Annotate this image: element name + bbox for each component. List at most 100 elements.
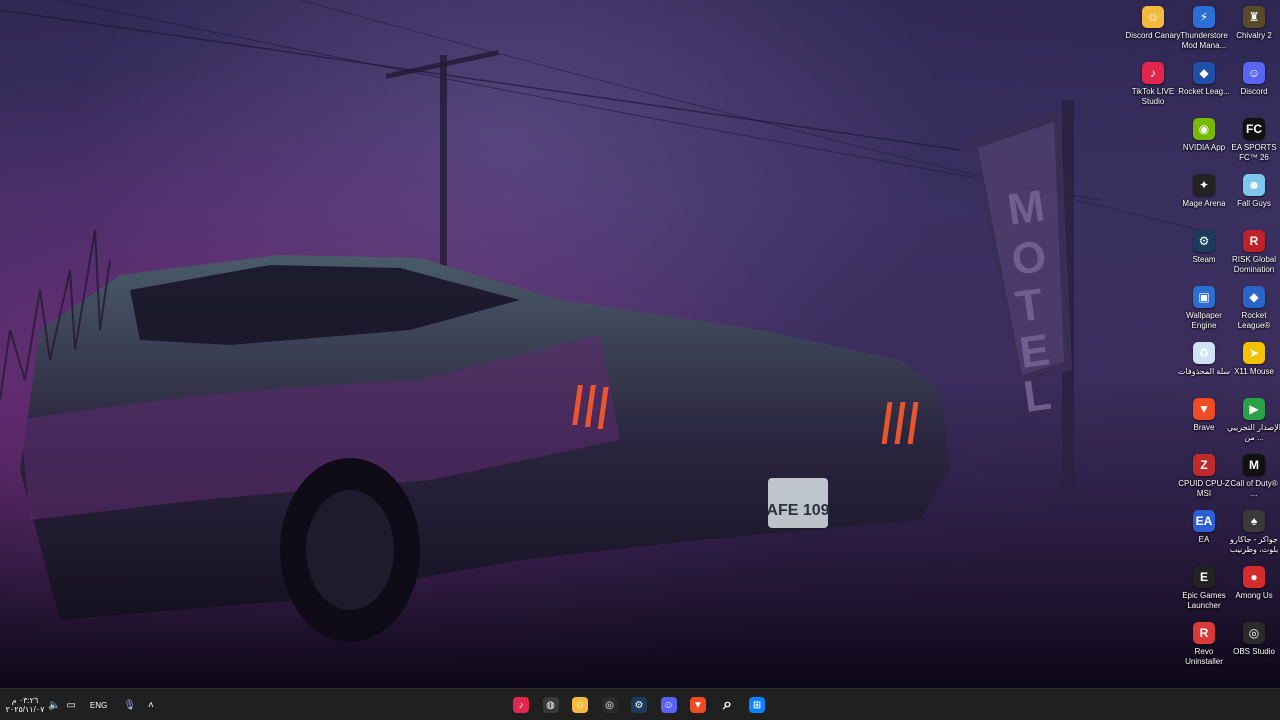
x11-mouse-icon: ➤ (1243, 342, 1265, 364)
revo-uninstaller-icon: R (1193, 622, 1215, 644)
microphone-icon[interactable]: 🎙 (123, 700, 136, 711)
jawaker-icon: ♠ (1243, 510, 1265, 532)
chevron-up-icon[interactable]: ˄ (148, 700, 154, 711)
brave-taskbar[interactable]: ▼ (686, 693, 710, 717)
desktop-icon-label: Epic Games Launcher (1182, 591, 1226, 610)
system-tray: ٠٣:٢٦ م ٢٠٢٥/١١/٠٧ 🔈 ▭ ENG 🎙 ˄ (6, 689, 154, 720)
start-button[interactable]: ⊞ (745, 693, 769, 717)
discord-canary-taskbar[interactable]: ☺ (568, 693, 592, 717)
clock[interactable]: ٠٣:٢٦ م ٢٠٢٥/١١/٠٧ (6, 696, 45, 714)
language-indicator[interactable]: ENG (90, 701, 107, 710)
fall-guys-icon: ☻ (1243, 174, 1265, 196)
discord-taskbar[interactable]: ☺ (657, 693, 681, 717)
thunderstore-icon: ⚡ (1193, 6, 1215, 28)
windows-start-icon: ⊞ (749, 697, 765, 713)
steam-icon: ⚙ (1193, 230, 1215, 252)
desktop-icon[interactable]: ♪ TikTok LIVE Studio (1128, 60, 1178, 114)
discord-icon: ☺ (1243, 62, 1265, 84)
desktop-icon-label: Rocket League® (1237, 311, 1271, 330)
desktop-icon-label: EA (1198, 535, 1210, 544)
ea-fc-icon: FC (1243, 118, 1265, 140)
chrome-icon: ◍ (542, 697, 559, 713)
tiktok-icon: ♪ (513, 697, 529, 713)
desktop-icon-label: Discord (1240, 87, 1268, 96)
wallpaper-art: M O T E L AFE 109 (0, 0, 1280, 688)
volume-icon[interactable]: 🔈 (48, 700, 60, 711)
desktop-icon-label: جواكر - جاكارو بلوت، وطرنيب (1229, 535, 1279, 554)
desktop-icon[interactable]: ➤ X11 Mouse (1229, 340, 1279, 394)
search-taskbar[interactable]: ⌕ (716, 693, 740, 717)
desktop-icon-label: Rocket Leag... (1178, 87, 1230, 96)
beta-app-icon: ▶ (1243, 398, 1265, 420)
brave-icon: ▼ (1193, 398, 1215, 420)
nvidia-icon: ◉ (1193, 118, 1215, 140)
desktop-icon[interactable]: M Call of Duty® ... (1229, 452, 1279, 506)
desktop-icon[interactable]: Z CPUID CPU-Z MSI (1178, 452, 1230, 506)
risk-icon: R (1243, 230, 1265, 252)
motel-sign: M (1005, 181, 1048, 235)
steam-taskbar[interactable]: ⚙ (627, 693, 651, 717)
desktop-icon[interactable]: ◆ Rocket Leag... (1178, 60, 1230, 114)
desktop-icon[interactable]: ⚙ Steam (1179, 228, 1229, 282)
tiktok-icon: ♪ (1142, 62, 1164, 84)
desktop-icon[interactable]: ◎ OBS Studio (1229, 620, 1279, 674)
chrome-taskbar[interactable]: ◍ (539, 693, 563, 717)
desktop-icon-label: Steam (1192, 255, 1216, 264)
desktop-icon[interactable]: E Epic Games Launcher (1179, 564, 1229, 618)
desktop-icon-label: Revo Uninstaller (1185, 647, 1223, 666)
desktop-icon[interactable]: EA EA (1179, 508, 1229, 562)
brave-icon: ▼ (690, 697, 706, 713)
desktop-icon-label: OBS Studio (1233, 647, 1275, 656)
desktop-icon-label: RISK Global Domination (1231, 255, 1277, 274)
desktop-wallpaper: M O T E L AFE 109 (0, 0, 1280, 688)
desktop-icon-label: Among Us (1235, 591, 1273, 600)
steam-icon: ⚙ (631, 697, 647, 713)
desktop-icon[interactable]: ◉ NVIDIA App (1179, 116, 1229, 170)
desktop-icon-label: NVIDIA App (1182, 143, 1226, 152)
desktop-icon-label: X11 Mouse (1234, 367, 1274, 376)
tiktok-live-taskbar[interactable]: ♪ (509, 693, 533, 717)
rocket-league-2-icon: ◆ (1243, 286, 1265, 308)
license-plate: AFE 109 (766, 502, 829, 519)
desktop-icon[interactable]: R RISK Global Domination (1229, 228, 1279, 282)
rocket-league-icon: ◆ (1193, 62, 1215, 84)
discord-canary-icon: ☺ (1142, 6, 1164, 28)
desktop-icon[interactable]: ▣ Wallpaper Engine (1179, 284, 1229, 338)
clock-date: ٢٠٢٥/١١/٠٧ (5, 705, 45, 714)
desktop-icon[interactable]: R Revo Uninstaller (1179, 620, 1229, 674)
desktop-icon[interactable]: ▶ الإصدار التجريبي من ... (1226, 396, 1280, 450)
desktop-icon[interactable]: ● Among Us (1229, 564, 1279, 618)
desktop-icon[interactable]: ◆ Rocket League® (1229, 284, 1279, 338)
desktop-icon-label: Call of Duty® ... (1230, 479, 1278, 498)
desktop-icon[interactable]: ♠ جواكر - جاكارو بلوت، وطرنيب (1229, 508, 1279, 562)
desktop-icon[interactable]: ▼ Brave (1179, 396, 1229, 450)
obs-studio-icon: ◎ (601, 697, 618, 713)
desktop-icon-label: TikTok LIVE Studio (1131, 87, 1175, 106)
desktop-icon[interactable]: ♻ سلة المحذوفات (1177, 340, 1231, 394)
desktop-icon-label: Mage Arena (1182, 199, 1226, 208)
desktop-icon-label: Chivalry 2 (1236, 31, 1272, 40)
desktop-icon[interactable]: ☻ Fall Guys (1229, 172, 1279, 226)
network-icon[interactable]: ▭ (66, 700, 75, 711)
desktop-icon-label: EA SPORTS FC™ 26 (1231, 143, 1277, 162)
taskbar: ٠٣:٢٦ م ٢٠٢٥/١١/٠٧ 🔈 ▭ ENG 🎙 ˄ ♪ ◍ ☺ ◎ ⚙ ☺ ▼ ⌕ ⊞ (0, 688, 1280, 720)
desktop-icon-label: Fall Guys (1237, 199, 1271, 208)
mage-arena-icon: ✦ (1193, 174, 1215, 196)
desktop-icon-label: الإصدار التجريبي من ... (1226, 423, 1280, 442)
chivalry-icon: ♜ (1243, 6, 1265, 28)
desktop-icon[interactable]: FC EA SPORTS FC™ 26 (1229, 116, 1279, 170)
desktop-icon-label: CPUID CPU-Z MSI (1178, 479, 1230, 498)
desktop-icon[interactable]: ☺ Discord (1229, 60, 1279, 114)
obs-studio-taskbar[interactable]: ◎ (598, 693, 622, 717)
ea-icon: EA (1193, 510, 1215, 532)
desktop-icon[interactable]: ⚡ Thunderstore Mod Mana... (1179, 4, 1229, 58)
epic-games-icon: E (1193, 566, 1215, 588)
desktop-icon[interactable]: ♜ Chivalry 2 (1229, 4, 1279, 58)
discord-icon: ☺ (660, 697, 677, 713)
desktop-icon[interactable]: ✦ Mage Arena (1179, 172, 1229, 226)
clock-time: ٠٣:٢٦ م (11, 696, 39, 705)
desktop-icon[interactable]: ☺ Discord Canary (1125, 4, 1181, 58)
desktop-icon-label: Wallpaper Engine (1186, 311, 1222, 330)
recycle-bin-icon: ♻ (1193, 342, 1215, 364)
desktop-icon-label: سلة المحذوفات (1177, 367, 1231, 376)
